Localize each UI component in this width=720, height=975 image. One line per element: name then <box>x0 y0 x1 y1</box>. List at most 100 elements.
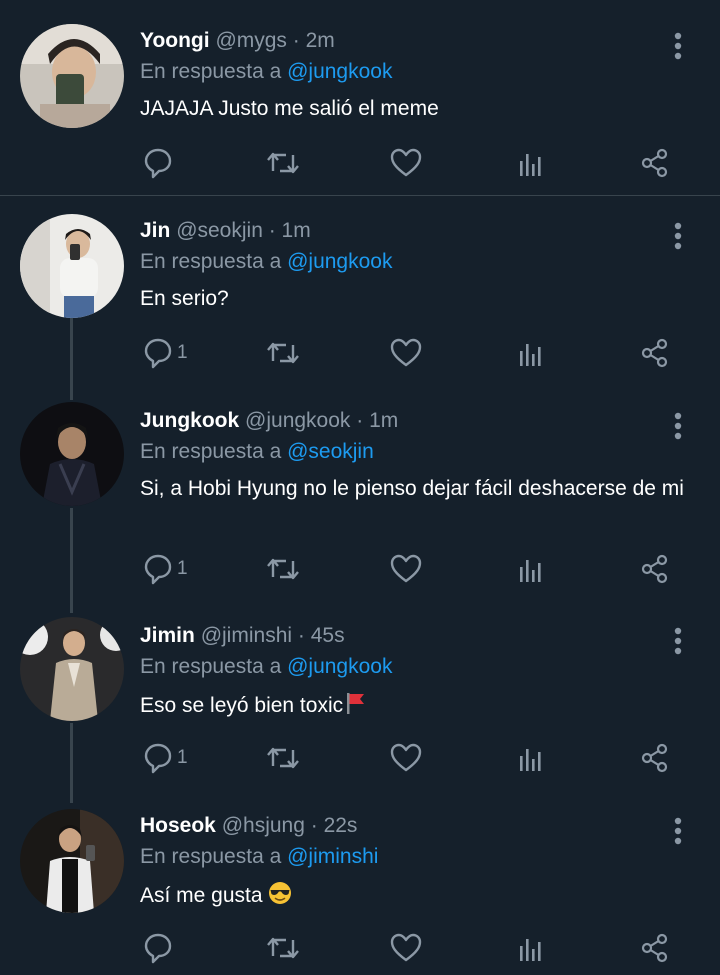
retweet-button[interactable] <box>266 333 300 373</box>
like-button[interactable] <box>390 549 422 589</box>
avatar[interactable] <box>20 214 124 318</box>
retweet-button[interactable] <box>266 549 300 589</box>
reply-prefix: En respuesta a <box>140 655 288 678</box>
heart-icon <box>390 148 422 177</box>
like-button[interactable] <box>390 928 422 968</box>
reply-count: 1 <box>177 558 188 579</box>
user-name[interactable]: Yoongi <box>140 29 210 52</box>
share-button[interactable] <box>640 549 670 589</box>
analytics-button[interactable] <box>518 738 544 778</box>
tweet-jimin[interactable]: Jimin @jiminshi · 45s En respuesta a @ju… <box>0 607 720 797</box>
reply-icon <box>144 933 172 964</box>
user-name[interactable]: Jungkook <box>140 409 239 432</box>
reply-mention[interactable]: @jungkook <box>287 250 392 273</box>
reply-mention[interactable]: @jungkook <box>287 60 392 83</box>
user-name[interactable]: Jin <box>140 219 170 242</box>
reply-context: En respuesta a @jungkook <box>140 60 392 84</box>
user-handle[interactable]: @seokjin <box>176 219 263 242</box>
analytics-button[interactable] <box>518 333 544 373</box>
reply-button[interactable]: 1 <box>143 549 188 589</box>
reply-mention[interactable]: @jungkook <box>287 655 392 678</box>
share-icon <box>641 554 668 584</box>
user-name[interactable]: Hoseok <box>140 814 216 837</box>
heart-icon <box>390 933 422 962</box>
reply-button[interactable] <box>143 928 177 968</box>
tweet-text: En serio? <box>140 287 229 310</box>
reply-context: En respuesta a @jungkook <box>140 655 392 679</box>
retweet-icon <box>267 747 299 769</box>
avatar[interactable] <box>20 24 124 128</box>
user-handle[interactable]: @mygs <box>215 29 287 52</box>
separator: · <box>304 814 324 837</box>
analytics-button[interactable] <box>518 549 544 589</box>
timestamp[interactable]: 2m <box>306 29 335 52</box>
share-button[interactable] <box>640 738 670 778</box>
sunglasses-face-emoji <box>269 882 292 904</box>
user-handle[interactable]: @hsjung <box>222 814 305 837</box>
reply-button[interactable] <box>143 143 177 183</box>
reply-mention[interactable]: @jiminshi <box>287 845 378 868</box>
reply-icon <box>144 148 172 179</box>
retweet-icon <box>267 937 299 959</box>
reply-icon <box>144 554 172 585</box>
retweet-icon <box>267 342 299 364</box>
retweet-button[interactable] <box>266 143 300 183</box>
reply-icon <box>144 743 172 774</box>
reply-mention[interactable]: @seokjin <box>287 440 374 463</box>
separator: · <box>292 624 311 647</box>
avatar[interactable] <box>20 402 124 506</box>
tweet-jin[interactable]: Jin @seokjin · 1m En respuesta a @jungko… <box>0 202 720 392</box>
more-options-icon[interactable] <box>666 622 690 662</box>
tweet-hoseok[interactable]: Hoseok @hsjung · 22s En respuesta a @jim… <box>0 797 720 975</box>
share-icon <box>641 148 668 178</box>
timestamp[interactable]: 22s <box>324 814 358 837</box>
tweet-text: JAJAJA Justo me salió el meme <box>140 97 439 120</box>
analytics-button[interactable] <box>518 143 544 183</box>
timestamp[interactable]: 45s <box>311 624 345 647</box>
tweet-text: Así me gusta <box>140 884 263 907</box>
more-options-icon[interactable] <box>666 27 690 67</box>
separator: · <box>350 409 370 432</box>
user-handle[interactable]: @jungkook <box>245 409 350 432</box>
more-options-icon[interactable] <box>666 217 690 257</box>
tweet-jungkook[interactable]: Jungkook @jungkook · 1m En respuesta a @… <box>0 392 720 607</box>
retweet-button[interactable] <box>266 738 300 778</box>
more-options-icon[interactable] <box>666 407 690 447</box>
analytics-icon <box>520 939 541 961</box>
heart-icon <box>390 743 422 772</box>
avatar[interactable] <box>20 809 124 913</box>
share-icon <box>641 743 668 773</box>
reply-prefix: En respuesta a <box>140 440 288 463</box>
more-options-icon[interactable] <box>666 812 690 852</box>
reply-prefix: En respuesta a <box>140 250 288 273</box>
share-icon <box>641 338 668 368</box>
timestamp[interactable]: 1m <box>369 409 398 432</box>
reply-button[interactable]: 1 <box>143 333 188 373</box>
share-button[interactable] <box>640 143 670 183</box>
separator: · <box>262 219 282 242</box>
reply-icon <box>144 338 172 369</box>
tweet-yoongi[interactable]: Yoongi @mygs · 2m En respuesta a @jungko… <box>0 12 720 197</box>
analytics-button[interactable] <box>518 928 544 968</box>
tweet-text-container: Así me gusta <box>140 881 700 909</box>
user-handle[interactable]: @jiminshi <box>201 624 292 647</box>
heart-icon <box>390 554 422 583</box>
analytics-icon <box>520 560 541 582</box>
avatar[interactable] <box>20 617 124 721</box>
share-icon <box>641 933 668 963</box>
share-button[interactable] <box>640 333 670 373</box>
retweet-button[interactable] <box>266 928 300 968</box>
like-button[interactable] <box>390 143 422 183</box>
retweet-icon <box>267 152 299 174</box>
tweet-text: Eso se leyó bien toxic <box>140 694 344 717</box>
reply-context: En respuesta a @jiminshi <box>140 845 378 869</box>
user-name[interactable]: Jimin <box>140 624 195 647</box>
timestamp[interactable]: 1m <box>282 219 311 242</box>
reply-prefix: En respuesta a <box>140 60 288 83</box>
share-button[interactable] <box>640 928 670 968</box>
tweet-text: Si, a Hobi Hyung no le pienso dejar fáci… <box>140 477 684 500</box>
like-button[interactable] <box>390 333 422 373</box>
reply-button[interactable]: 1 <box>143 738 188 778</box>
like-button[interactable] <box>390 738 422 778</box>
separator: · <box>286 29 306 52</box>
